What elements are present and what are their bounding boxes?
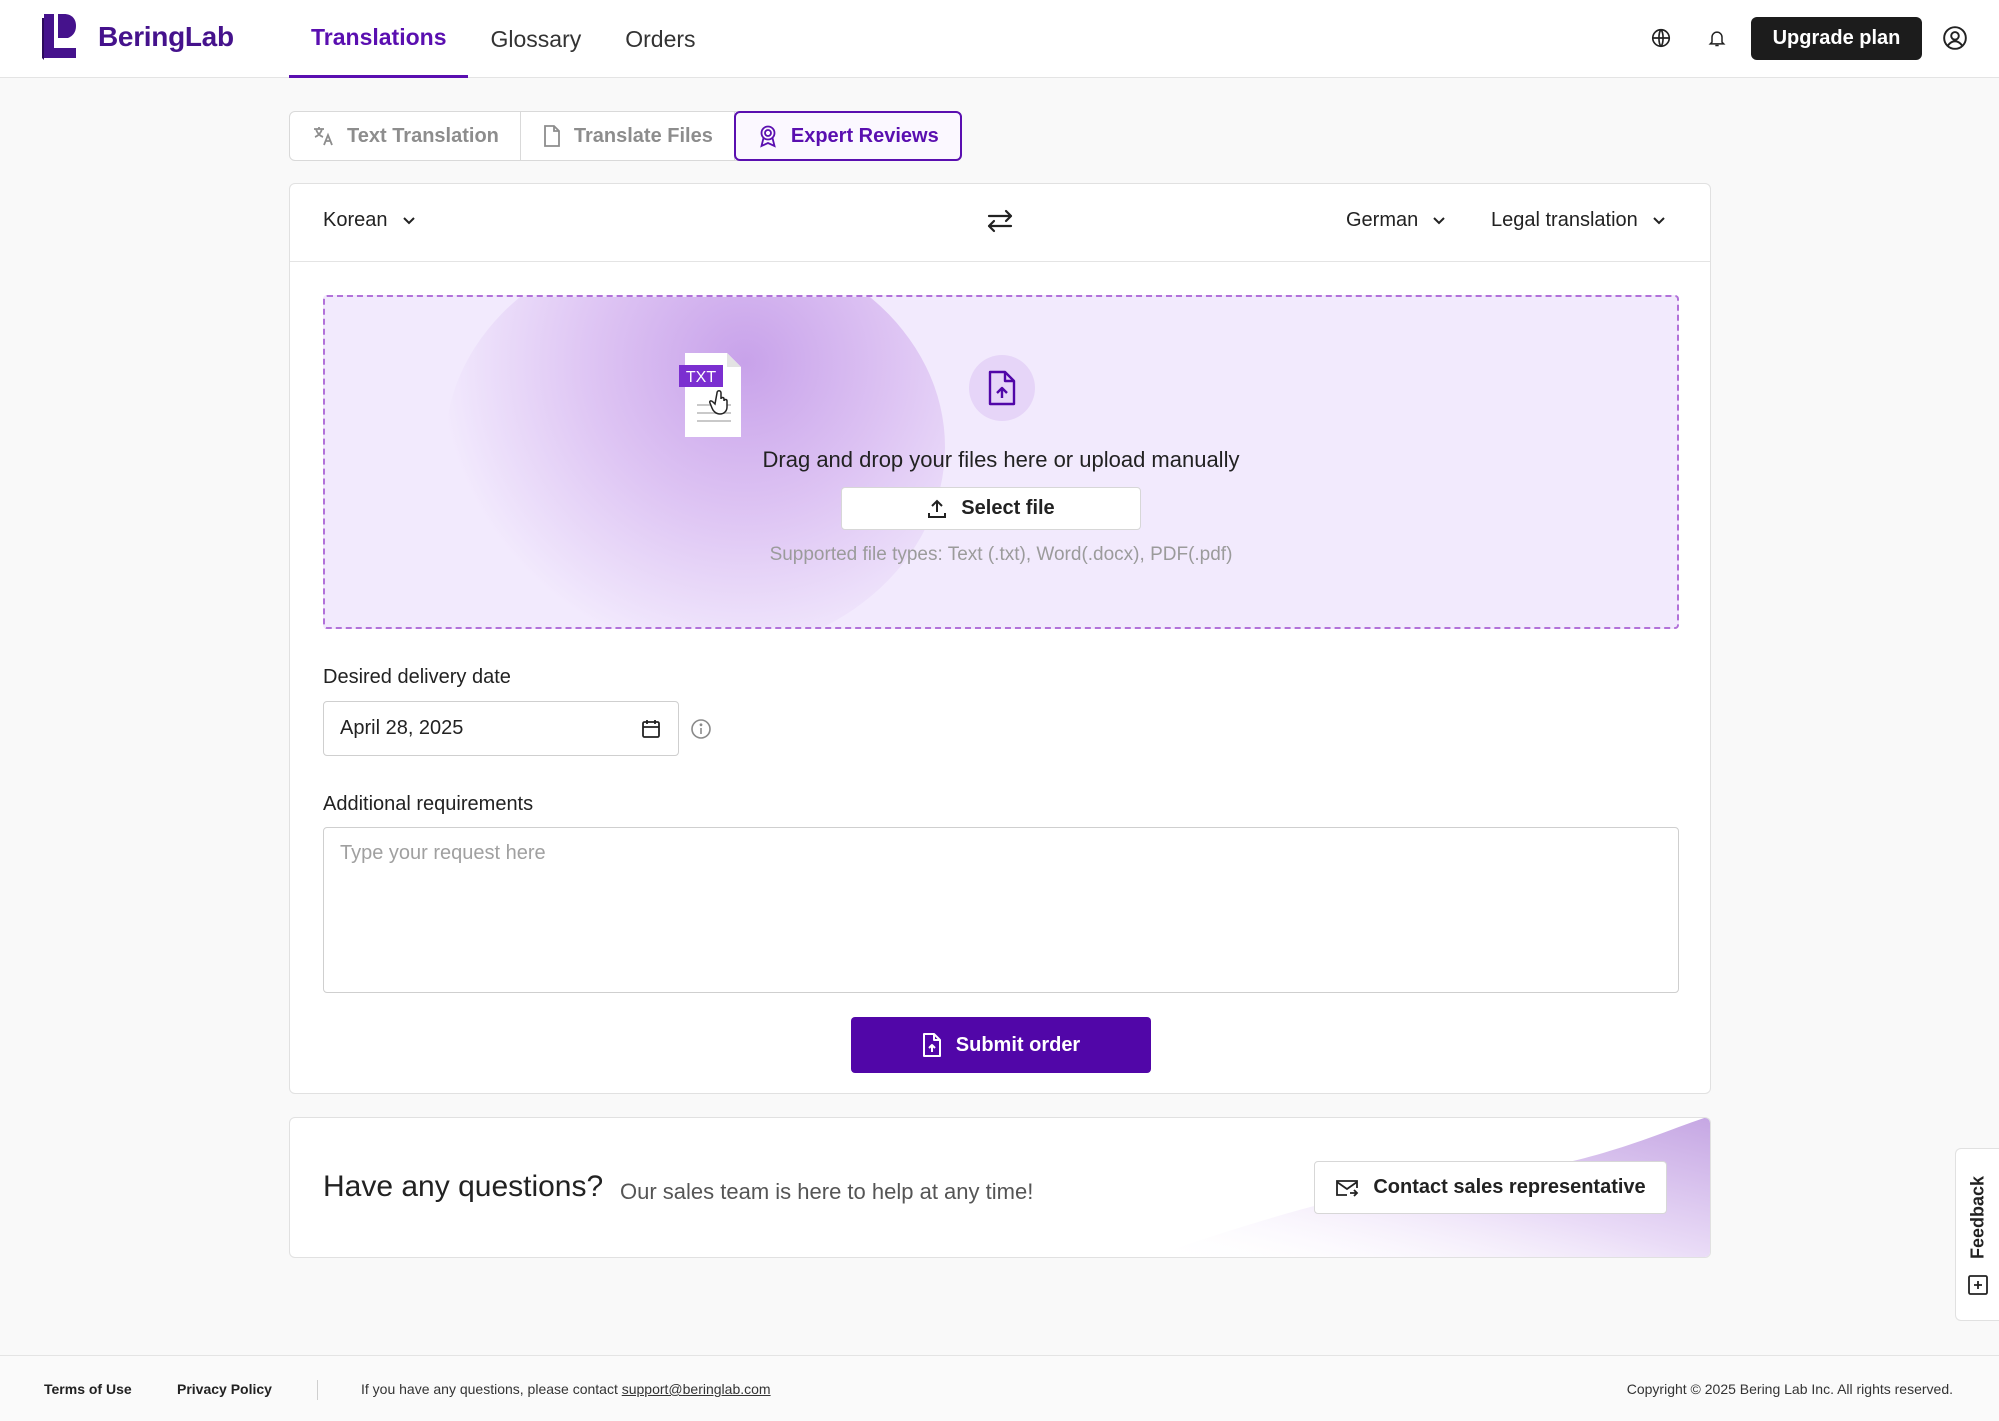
footer-contact-prefix: If you have any questions, please contac… [361, 1381, 618, 1397]
additional-requirements-label: Additional requirements [323, 793, 534, 815]
target-language-value: German [1346, 209, 1419, 231]
chevron-down-icon [1433, 216, 1445, 224]
top-navigation-bar: BeringLab Translations Glossary Orders U… [0, 0, 1999, 78]
user-circle-icon[interactable] [1941, 24, 1969, 52]
feedback-icon [1968, 1275, 1988, 1295]
brand-name: BeringLab [98, 21, 234, 52]
upload-icon [928, 499, 947, 518]
delivery-date-label: Desired delivery date [323, 666, 511, 688]
translate-icon [314, 127, 333, 146]
supported-file-types: Supported file types: Text (.txt), Word(… [769, 544, 1233, 565]
select-file-label: Select file [961, 497, 1055, 519]
logo[interactable]: BeringLab [42, 14, 234, 60]
file-upload-icon [922, 1033, 941, 1057]
footer: Terms of Use Privacy Policy If you have … [0, 1355, 1999, 1421]
info-icon[interactable] [690, 718, 712, 740]
bell-icon[interactable] [1703, 24, 1731, 52]
delivery-date-input[interactable]: April 28, 2025 [323, 701, 679, 756]
questions-banner: Have any questions? Our sales team is he… [289, 1117, 1711, 1258]
contact-sales-button[interactable]: Contact sales representative [1314, 1161, 1667, 1214]
dropzone-title: Drag and drop your files here or upload … [762, 447, 1240, 472]
tab-label: Translate Files [573, 124, 713, 147]
upload-file-icon [969, 355, 1035, 421]
copyright: Copyright © 2025 Bering Lab Inc. All rig… [1626, 1381, 1953, 1397]
file-icon [543, 125, 560, 147]
award-icon [760, 125, 776, 148]
delivery-date-value: April 28, 2025 [340, 717, 464, 739]
tab-expert-reviews[interactable]: Expert Reviews [733, 111, 962, 161]
feedback-tab[interactable]: Feedback [1955, 1148, 1999, 1321]
submit-order-button[interactable]: Submit order [851, 1017, 1151, 1073]
translation-domain-value: Legal translation [1491, 209, 1638, 231]
nav-item-orders[interactable]: Orders [603, 0, 717, 78]
source-language-dropdown[interactable]: Korean [323, 209, 416, 232]
chevron-down-icon [402, 216, 415, 224]
tab-label: Text Translation [347, 124, 499, 147]
submit-order-label: Submit order [955, 1033, 1081, 1056]
globe-icon[interactable] [1647, 24, 1675, 52]
swap-languages-icon[interactable] [985, 206, 1015, 241]
target-language-dropdown[interactable]: German [1346, 209, 1446, 232]
tab-text-translation[interactable]: Text Translation [290, 112, 521, 160]
tab-label: Expert Reviews [790, 124, 939, 147]
tab-translate-files[interactable]: Translate Files [521, 112, 735, 160]
questions-title: Have any questions? [323, 1170, 604, 1203]
nav-item-translations[interactable]: Translations [289, 0, 469, 78]
feedback-label: Feedback [1967, 1175, 1988, 1259]
txt-badge-text: TXT [686, 369, 716, 386]
footer-divider [317, 1380, 318, 1400]
questions-subtitle: Our sales team is here to help at any ti… [620, 1179, 1034, 1204]
translation-domain-dropdown[interactable]: Legal translation [1491, 209, 1666, 232]
select-file-button[interactable]: Select file [841, 487, 1141, 530]
footer-contact-text: If you have any questions, please contac… [361, 1381, 771, 1397]
terms-of-use-link[interactable]: Terms of Use [44, 1381, 132, 1397]
file-dropzone[interactable]: TXT Drag and drop your files here or upl… [323, 295, 1679, 629]
source-language-value: Korean [323, 209, 388, 231]
additional-requirements-textarea[interactable]: Type your request here [323, 827, 1679, 993]
support-email-link[interactable]: support@beringlab.com [622, 1381, 771, 1397]
mail-icon [1336, 1179, 1359, 1197]
main-nav: Translations Glossary Orders [289, 0, 718, 78]
txt-file-icon: TXT [679, 353, 741, 437]
upgrade-plan-button[interactable]: Upgrade plan [1751, 17, 1922, 60]
contact-sales-label: Contact sales representative [1373, 1176, 1646, 1198]
mode-tabs: Text Translation Translate Files Expert … [289, 111, 962, 161]
nav-item-glossary[interactable]: Glossary [468, 0, 603, 78]
calendar-icon[interactable] [640, 718, 662, 740]
chevron-down-icon [1653, 216, 1665, 224]
beringlab-logo-icon [42, 14, 76, 60]
expert-review-form: Korean German Legal translation TXT Drag… [289, 183, 1711, 1094]
privacy-policy-link[interactable]: Privacy Policy [177, 1381, 272, 1397]
language-bar: Korean German Legal translation [290, 184, 1710, 262]
